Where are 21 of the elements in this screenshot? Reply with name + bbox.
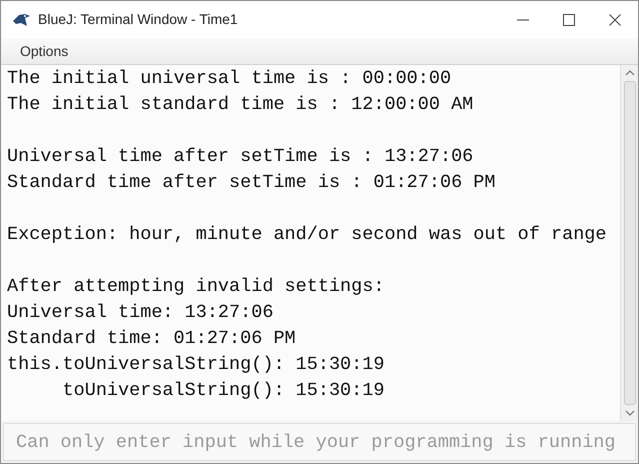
scroll-down-icon[interactable] [624,409,634,417]
window-title: BlueJ: Terminal Window - Time1 [38,10,238,29]
minimize-icon[interactable] [517,18,529,20]
scroll-up-icon[interactable] [624,69,634,77]
input-field[interactable]: Can only enter input while your programming is running [3,423,636,461]
maximize-icon[interactable] [563,14,575,26]
output-line: this.toUniversalString(): 15:30:19 [7,353,384,377]
bird-icon [11,12,31,28]
menu-item[interactable]: Options [20,40,68,62]
output-line: The initial universal time is : 00:00:00 [7,67,452,91]
output-line: The initial standard time is : 12:00:00 AM [7,93,474,117]
scrollbar[interactable] [620,65,638,421]
output-line: Universal time: 13:27:06 [7,301,274,325]
close-icon[interactable] [609,14,621,26]
scrollbar-thumb[interactable] [624,81,636,405]
output-line: Standard time after setTime is : 01:27:06 PM [7,171,496,195]
output-line: Exception: hour, minute and/or second was out of range [7,223,606,247]
output-line: After attempting invalid settings: [7,275,384,299]
output-line: Universal time after setTime is : 13:27:06 [7,145,474,169]
output-line: Standard time: 01:27:06 PM [7,327,296,351]
output-line: toUniversalString(): 15:30:19 [62,379,384,403]
